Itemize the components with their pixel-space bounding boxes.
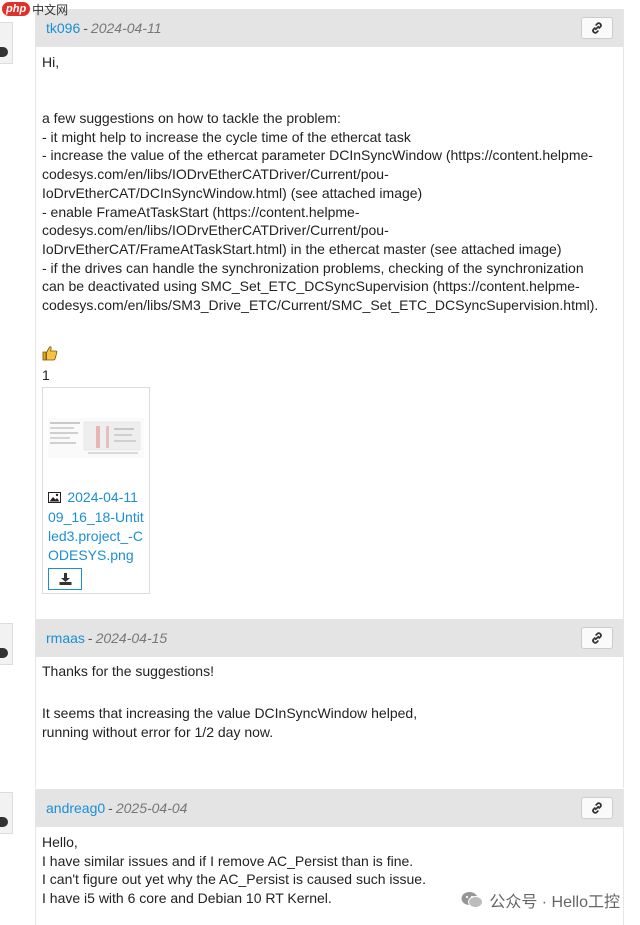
post-header: rmaas - 2024-04-15 [36, 619, 623, 657]
post-text-line: I can't figure out yet why the AC_Persis… [42, 871, 426, 888]
post-body: Hi, a few suggestions on how to tackle t… [36, 47, 623, 594]
post-text-line: a few suggestions on how to tackle the p… [42, 110, 341, 127]
avatar[interactable] [0, 22, 13, 64]
author-link[interactable]: tk096 [46, 20, 80, 36]
wechat-account-label: 公众号 · Hello工控 [489, 894, 620, 911]
post-date: 2024-04-11 [90, 20, 162, 36]
author-link[interactable]: andreag0 [46, 800, 105, 816]
post-text-line: It seems that increasing the value DCInS… [42, 705, 418, 722]
post-text-line: running without error for 1/2 day now. [42, 724, 274, 741]
link-icon [592, 22, 602, 34]
post-header: andreag0 - 2025-04-04 [36, 789, 623, 827]
post-text-line: can be deactivated using SMC_Set_ETC_DCS… [42, 278, 580, 295]
post-text-line: - increase the value of the ethercat par… [42, 147, 593, 164]
attachment-link[interactable]: 2024-04-11 09_16_18-Untitled3.project_-C… [43, 488, 149, 565]
permalink-button[interactable] [581, 17, 613, 39]
reaction-count: 1 [42, 366, 50, 383]
download-icon [59, 572, 71, 585]
wechat-icon [461, 892, 484, 908]
download-button[interactable] [48, 567, 82, 590]
separator: - [87, 630, 93, 646]
avatar[interactable] [0, 623, 13, 665]
reaction[interactable]: 1 [42, 345, 617, 385]
post: rmaas - 2024-04-15 Thanks for the sugges… [35, 619, 624, 788]
post-text-line: IoDrvEtherCAT/FrameAtTaskStart.html) in … [42, 241, 562, 257]
attachment-card: 2024-04-11 09_16_18-Untitled3.project_-C… [42, 386, 150, 594]
post-text-line: Hi, [42, 54, 60, 70]
post-text-line: - enable FrameAtTaskStart (https://conte… [42, 203, 360, 220]
post-text-line: Thanks for the suggestions! [42, 663, 214, 679]
post-text-line: Hello, [42, 834, 78, 850]
post-date: 2024-04-15 [95, 630, 168, 646]
post-text-line: codesys.com/en/libs/IODrvEtherCATDriver/… [42, 166, 389, 183]
post-text-line: - it might help to increase the cycle ti… [42, 128, 411, 145]
post-date: 2025-04-04 [115, 800, 188, 816]
post-body: Thanks for the suggestions! It seems tha… [36, 657, 623, 742]
post-text-line: codesys.com/en/libs/SM3_Drive_ETC/Curren… [42, 297, 599, 314]
wechat-watermark: 公众号 · Hello工控 [461, 888, 620, 912]
post: tk096 - 2024-04-11 Hi, a few suggestions… [35, 9, 624, 619]
post-text-line: codesys.com/en/libs/IODrvEtherCATDriver/… [42, 222, 389, 239]
separator: - [108, 800, 113, 816]
author-link[interactable]: rmaas [46, 630, 85, 646]
site-watermark: php 中文网 [2, 0, 68, 18]
post-header: tk096 - 2024-04-11 [36, 9, 623, 47]
separator: - [83, 20, 88, 36]
site-name: 中文网 [32, 2, 69, 17]
post-text-line: I have similar issues and if I remove AC… [42, 852, 414, 869]
permalink-button[interactable] [581, 627, 613, 649]
attachment-thumbnail[interactable] [43, 388, 149, 488]
avatar[interactable] [0, 792, 13, 834]
image-icon [48, 491, 64, 505]
link-icon [592, 802, 602, 814]
php-logo: php [2, 2, 31, 16]
post-text-line: - if the drives can handle the synchroni… [42, 259, 584, 276]
post-text-line: IoDrvEtherCAT/DCInSyncWindow.html) (see … [42, 184, 423, 201]
permalink-button[interactable] [581, 797, 613, 819]
thumbs-up-icon[interactable] [42, 345, 617, 366]
link-icon [592, 632, 602, 644]
